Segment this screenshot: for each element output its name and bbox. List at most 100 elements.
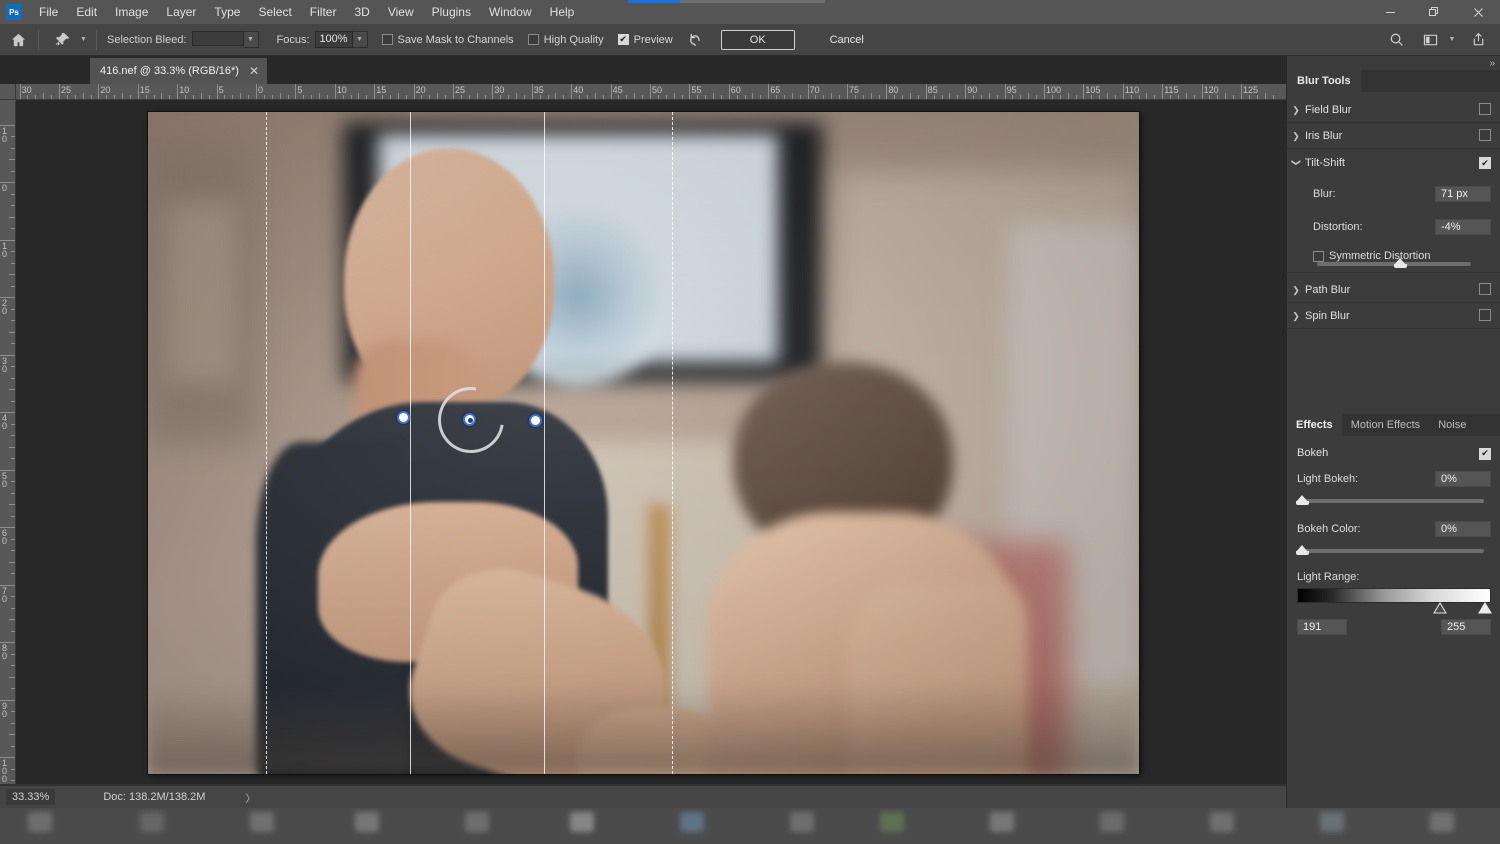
bokeh-enable-checkbox[interactable] [1479,446,1491,460]
taskbar-icon[interactable] [680,812,704,832]
taskbar-icon[interactable] [250,812,274,832]
spin-blur-chevron-right-icon[interactable]: ❯ [1287,311,1305,322]
taskbar-icon[interactable] [990,812,1014,832]
document-tab[interactable]: 416.nef @ 33.3% (RGB/16*) ✕ [90,58,268,84]
taskbar-icon[interactable] [1210,812,1234,832]
reset-arrow-icon[interactable] [687,32,703,47]
taskbar-icon[interactable] [1430,812,1454,832]
section-iris-blur[interactable]: ❯ Iris Blur [1287,124,1500,149]
tab-noise[interactable]: Noise [1429,414,1475,436]
save-mask-checkbox-box[interactable] [381,34,393,45]
light-range-min-thumb[interactable] [1433,601,1447,614]
cancel-button[interactable]: Cancel [811,30,883,50]
light-range-min-input[interactable]: 191 [1297,619,1347,635]
tilt-shift-right-handle-pin[interactable] [529,414,542,427]
tilt-shift-chevron-down-icon[interactable]: ❯ [1291,154,1302,172]
document-tab-close-icon[interactable]: ✕ [249,64,259,78]
section-field-blur[interactable]: ❯ Field Blur [1287,98,1500,123]
path-blur-checkbox-box[interactable] [1479,283,1491,295]
field-blur-chevron-right-icon[interactable]: ❯ [1287,105,1305,116]
fade-boundary-left-line[interactable] [266,112,267,774]
taskbar-icon[interactable] [140,812,164,832]
status-expand-arrow-icon[interactable]: 〉 [245,790,255,805]
focus-input[interactable]: 100% [314,31,353,48]
tilt-shift-checkbox-box[interactable] [1479,157,1491,170]
menu-view[interactable]: View [379,0,423,24]
section-tilt-shift[interactable]: ❯ Tilt-Shift [1287,150,1500,175]
taskbar-icon[interactable] [790,812,814,832]
menu-layer[interactable]: Layer [157,0,205,24]
selection-bleed-field[interactable] [191,31,244,46]
tab-blur-tools[interactable]: Blur Tools [1287,70,1361,92]
bokeh-checkbox-box[interactable] [1479,447,1491,460]
menu-edit[interactable]: Edit [67,0,106,24]
section-spin-blur[interactable]: ❯ Spin Blur [1287,304,1500,329]
ok-button[interactable]: OK [720,29,795,50]
spin-blur-enable-checkbox[interactable] [1479,309,1491,323]
search-icon[interactable] [1382,27,1410,53]
taskbar-icon[interactable] [1100,812,1124,832]
ruler-corner[interactable] [0,84,16,100]
light-bokeh-slider[interactable] [1296,495,1484,505]
tilt-shift-enable-checkbox[interactable] [1479,156,1491,170]
bokeh-color-slider[interactable] [1296,545,1484,555]
zoom-level-field[interactable]: 33.33% [6,789,56,805]
selection-bleed-chevron-down-icon[interactable]: ▼ [243,31,259,48]
iris-blur-chevron-right-icon[interactable]: ❯ [1287,131,1305,142]
save-mask-to-channels-checkbox[interactable]: Save Mask to Channels [381,34,514,46]
bokeh-color-value-input[interactable]: 0% [1435,521,1491,537]
fade-boundary-right-line[interactable] [672,112,673,774]
menu-window[interactable]: Window [480,0,541,24]
iris-blur-enable-checkbox[interactable] [1479,129,1491,143]
taskbar-icon[interactable] [465,812,489,832]
light-range-max-input[interactable]: 255 [1441,619,1491,635]
menu-help[interactable]: Help [541,0,584,24]
spin-blur-checkbox-box[interactable] [1479,309,1491,321]
windows-taskbar[interactable] [0,804,1500,844]
light-range-max-thumb[interactable] [1478,601,1492,614]
menu-file[interactable]: File [30,0,67,24]
taskbar-icon[interactable] [355,812,379,832]
focus-chevron-down-icon[interactable]: ▼ [352,31,368,48]
high-quality-checkbox[interactable]: High Quality [527,34,604,46]
distortion-value-input[interactable]: -4% [1435,219,1491,235]
field-blur-enable-checkbox[interactable] [1479,103,1491,117]
focus-boundary-right-line[interactable] [544,112,545,774]
taskbar-icon[interactable] [880,812,904,832]
horizontal-ruler[interactable]: 30 25 20 15 10 5 0 5 10 15 20 25 30 35 40 45 50 55 60 65 70 7… [16,84,1286,100]
focus-boundary-left-line[interactable] [410,112,411,774]
minimize-button[interactable] [1368,0,1412,24]
bokeh-color-slider-thumb[interactable] [1296,545,1309,556]
tilt-shift-center-pin[interactable] [463,413,476,426]
blur-value-input[interactable]: 71 px [1435,186,1491,202]
maximize-restore-button[interactable] [1412,0,1456,24]
preview-checkbox[interactable]: Preview [617,34,673,46]
menu-image[interactable]: Image [106,0,157,24]
menu-select[interactable]: Select [249,0,300,24]
menu-type[interactable]: Type [205,0,249,24]
section-path-blur[interactable]: ❯ Path Blur [1287,278,1500,303]
menu-plugins[interactable]: Plugins [423,0,480,24]
path-blur-enable-checkbox[interactable] [1479,283,1491,297]
workspace-icon[interactable] [1416,27,1444,53]
panel-collapse-chevron-double-right-icon[interactable]: » [1489,58,1495,69]
tilt-shift-left-handle-pin[interactable] [397,411,410,424]
light-range-gradient-track[interactable] [1287,588,1500,606]
symmetric-distortion-checkbox[interactable]: Symmetric Distortion [1287,248,1500,264]
iris-blur-checkbox-box[interactable] [1479,129,1491,141]
taskbar-icon[interactable] [28,812,52,832]
workspace-chevron-down-icon[interactable]: ▼ [1446,36,1458,43]
canvas-area[interactable] [16,100,1286,784]
image-artboard[interactable] [148,112,1139,774]
home-icon[interactable] [4,27,32,53]
close-button[interactable] [1456,0,1500,24]
path-blur-chevron-right-icon[interactable]: ❯ [1287,285,1305,296]
menu-3d[interactable]: 3D [345,0,378,24]
high-quality-checkbox-box[interactable] [527,34,539,45]
light-bokeh-slider-thumb[interactable] [1296,495,1309,506]
pin-icon[interactable] [49,27,77,53]
tab-effects[interactable]: Effects [1287,414,1342,436]
symmetric-distortion-checkbox-box[interactable] [1313,250,1324,262]
tab-motion-effects[interactable]: Motion Effects [1342,414,1430,436]
taskbar-icon[interactable] [570,812,594,832]
